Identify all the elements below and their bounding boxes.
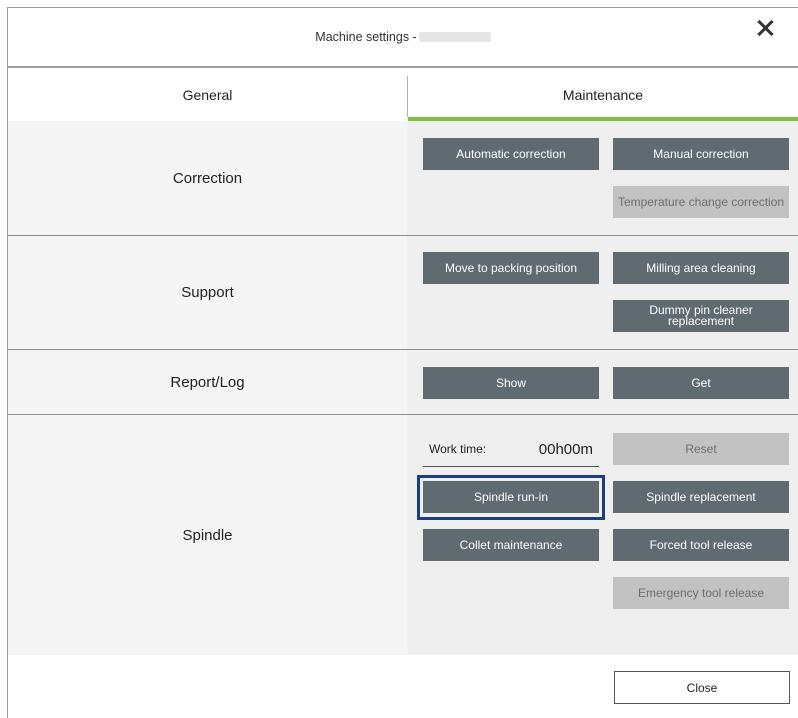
close-x-icon[interactable]	[754, 17, 776, 39]
spindle-replacement-button[interactable]: Spindle replacement	[613, 481, 789, 513]
spindle-label: Spindle	[8, 415, 407, 655]
spindle-section: Spindle Work time: 00h00m Reset Spindle …	[8, 415, 798, 655]
work-time-value: 00h00m	[538, 440, 593, 458]
title-bar: Machine settings -	[8, 8, 798, 66]
temperature-change-correction-button[interactable]: Temperature change correction	[613, 186, 789, 218]
report-log-section: Report/Log Show Get	[8, 350, 798, 414]
dummy-pin-line2: replacement	[667, 314, 735, 328]
work-time-label: Work time:	[429, 442, 487, 456]
dialog-title: Machine settings -	[315, 30, 417, 44]
milling-area-cleaning-button[interactable]: Milling area cleaning	[613, 252, 789, 284]
close-button[interactable]: Close	[614, 671, 790, 704]
reset-work-time-button[interactable]: Reset	[613, 433, 789, 465]
dialog-footer: Close	[8, 655, 798, 718]
support-section: Support Move to packing position Milling…	[8, 236, 798, 349]
report-log-label: Report/Log	[8, 350, 407, 414]
support-label: Support	[8, 236, 407, 349]
correction-actions: Automatic correction Manual correction T…	[407, 121, 798, 235]
machine-name-redacted	[418, 32, 491, 42]
emergency-tool-release-button[interactable]: Emergency tool release	[613, 577, 789, 609]
machine-settings-dialog: Machine settings - General Maintenance C…	[0, 0, 798, 718]
show-log-button[interactable]: Show	[423, 367, 599, 399]
automatic-correction-button[interactable]: Automatic correction	[423, 138, 599, 170]
work-time-display: Work time: 00h00m	[423, 432, 599, 467]
tab-bar: General Maintenance	[8, 68, 798, 121]
tab-general[interactable]: General	[8, 68, 407, 121]
correction-label: Correction	[8, 121, 407, 235]
spindle-run-in-button[interactable]: Spindle run-in	[423, 481, 599, 513]
collet-maintenance-button[interactable]: Collet maintenance	[423, 529, 599, 561]
move-to-packing-position-button[interactable]: Move to packing position	[423, 252, 599, 284]
correction-section: Correction Automatic correction Manual c…	[8, 121, 798, 235]
support-actions: Move to packing position Milling area cl…	[407, 236, 798, 349]
manual-correction-button[interactable]: Manual correction	[613, 138, 789, 170]
forced-tool-release-button[interactable]: Forced tool release	[613, 529, 789, 561]
dummy-pin-cleaner-replacement-button[interactable]: Dummy pin cleaner replacement	[613, 300, 789, 332]
spindle-actions: Work time: 00h00m Reset Spindle run-in S…	[407, 415, 798, 655]
tab-maintenance[interactable]: Maintenance	[408, 68, 798, 121]
get-log-button[interactable]: Get	[613, 367, 789, 399]
report-log-actions: Show Get	[407, 350, 798, 414]
